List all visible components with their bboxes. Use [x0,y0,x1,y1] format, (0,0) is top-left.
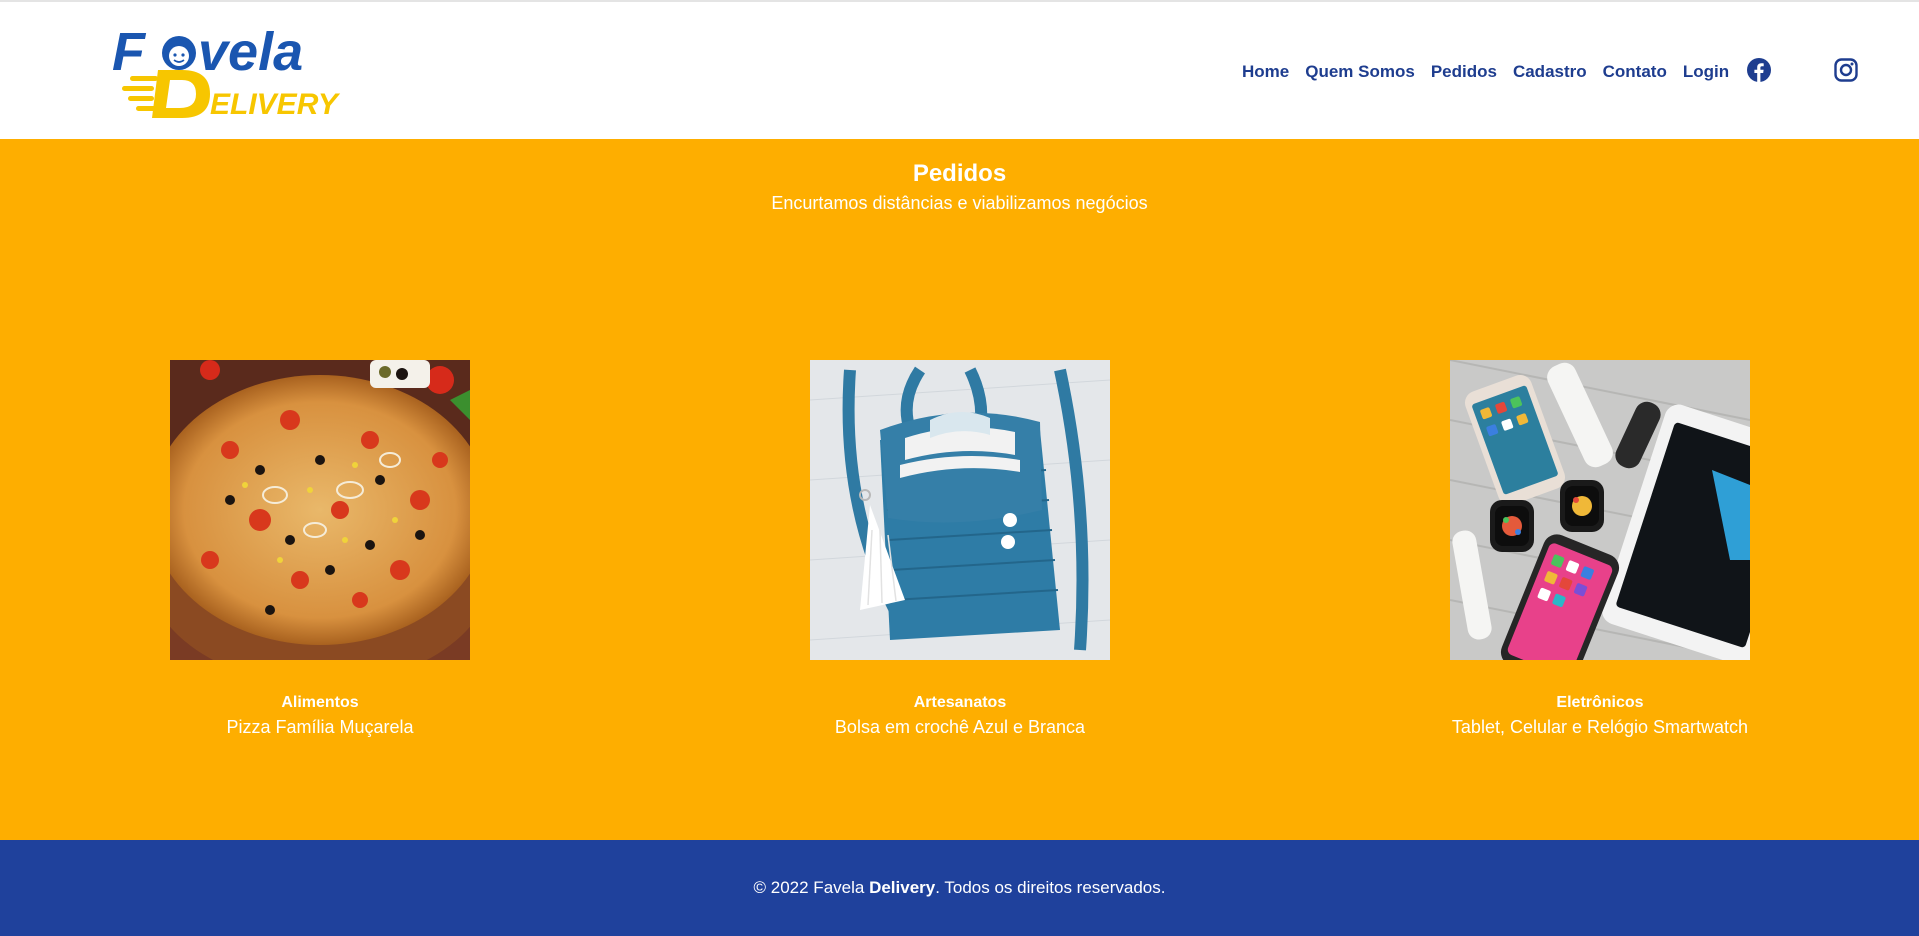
page-subtitle: Encurtamos distâncias e viabilizamos neg… [771,193,1148,213]
pizza-image[interactable] [170,360,470,660]
page-title: Pedidos [912,160,1007,187]
nav-login[interactable]: Login [1683,62,1729,82]
instagram-icon[interactable] [1834,58,1858,82]
product-category: Artesanatos [913,694,1007,711]
copyright-text: © 2022 Favela Delivery. Todos os direito… [0,878,1919,898]
nav-home[interactable]: Home [1242,62,1289,82]
copyright-prefix: © 2022 Favela [753,878,870,897]
crochet-bag-image[interactable] [810,360,1110,660]
facebook-icon[interactable] [1747,58,1771,82]
favela-delivery-logo[interactable]: ELIVERY F vela [112,20,357,122]
nav-contato[interactable]: Contato [1603,62,1667,82]
product-category: Alimentos [281,694,359,711]
product-description: Pizza Família Muçarela [226,717,414,737]
site-footer: © 2022 Favela Delivery. Todos os direito… [0,840,1919,936]
svg-text:F: F [112,22,147,82]
product-description: Bolsa em crochê Azul e Branca [834,717,1086,737]
product-card-artesanatos[interactable]: Artesanatos Bolsa em crochê Azul e Branc… [810,360,1110,737]
product-description: Tablet, Celular e Relógio Smartwatch [1451,717,1749,737]
logo-favela-text: vela [198,22,303,82]
nav-cadastro[interactable]: Cadastro [1513,62,1587,82]
orders-section: Pedidos Encurtamos distâncias e viabiliz… [0,139,1919,840]
product-card-eletronicos[interactable]: Eletrônicos Tablet, Celular e Relógio Sm… [1450,360,1750,737]
product-category: Eletrônicos [1556,694,1644,711]
electronics-image[interactable] [1450,360,1750,660]
copyright-brand: Delivery [869,878,936,897]
product-card-alimentos[interactable]: Alimentos Pizza Família Muçarela [170,360,470,737]
main-nav: Home Quem Somos Pedidos Cadastro Contato… [1242,62,1745,82]
nav-quem-somos[interactable]: Quem Somos [1305,62,1415,82]
logo-delivery-text: ELIVERY [210,88,341,121]
logo-graphic: ELIVERY F vela [112,22,341,121]
site-header: ELIVERY F vela Home Quem Somos Pedidos C… [0,0,1919,139]
nav-pedidos[interactable]: Pedidos [1431,62,1497,82]
copyright-suffix: . Todos os direitos reservados. [935,878,1166,897]
